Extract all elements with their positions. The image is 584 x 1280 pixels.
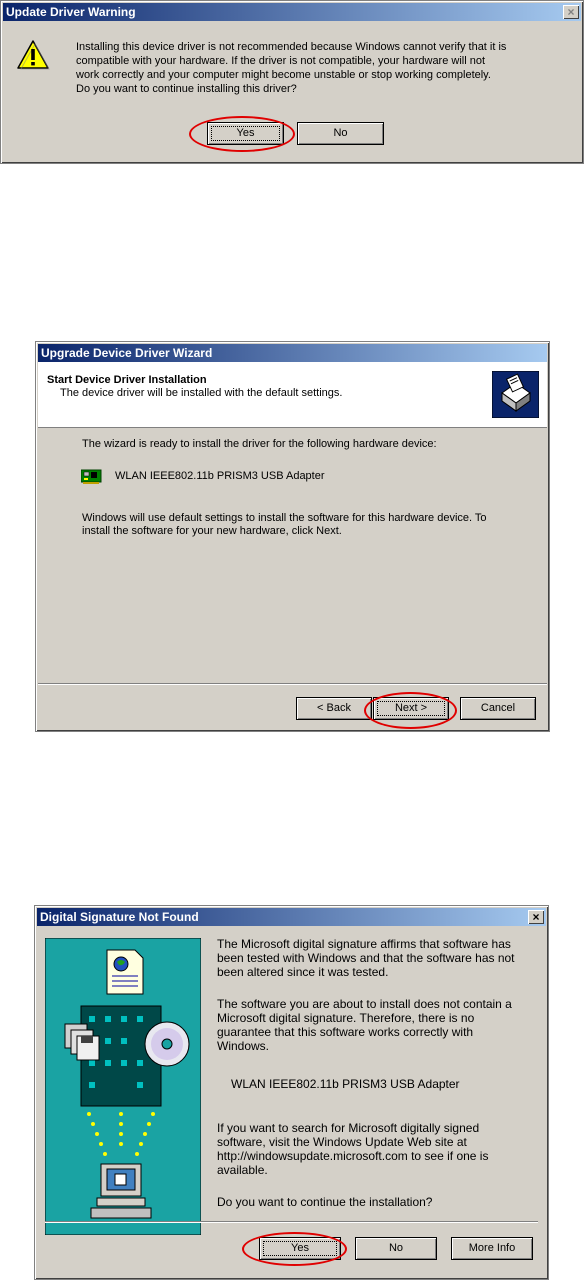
no-button-label: No xyxy=(333,127,348,139)
cancel-button-label: Cancel xyxy=(480,702,516,714)
dialog1-title: Update Driver Warning xyxy=(6,5,136,19)
more-info-button-label: More Info xyxy=(468,1242,516,1254)
dialog1-titlebar[interactable]: Update Driver Warning × xyxy=(3,3,581,21)
back-button-label: < Back xyxy=(317,702,351,714)
dialog3-para3-line: If you want to search for Microsoft digi… xyxy=(217,1121,480,1135)
wizard-intro: The wizard is ready to install the drive… xyxy=(82,438,437,450)
dialog3-question: Do you want to continue the installation… xyxy=(217,1195,433,1209)
network-card-icon xyxy=(81,469,102,484)
dialog1-message-line: Installing this device driver is not rec… xyxy=(76,41,507,53)
close-button[interactable]: × xyxy=(528,910,544,924)
highlight-ring xyxy=(189,116,295,152)
wizard-hardware-icon xyxy=(492,371,539,418)
dialog2-title: Upgrade Device Driver Wizard xyxy=(41,346,213,360)
highlight-ring xyxy=(242,1232,347,1266)
dialog3-para3-line: available. xyxy=(217,1163,268,1177)
wizard-header-title: Start Device Driver Installation xyxy=(47,374,207,386)
wizard-device-name: WLAN IEEE802.11b PRISM3 USB Adapter xyxy=(115,470,325,482)
dialog3-para1-line: The Microsoft digital signature affirms … xyxy=(217,937,511,951)
dialog3-para2-line: Windows. xyxy=(217,1039,270,1053)
highlight-ring xyxy=(364,692,457,729)
dialog3-titlebar[interactable]: Digital Signature Not Found × xyxy=(37,908,546,926)
back-button[interactable]: < Back xyxy=(296,697,372,720)
wizard-body-line: Windows will use default settings to ins… xyxy=(82,512,487,524)
digital-signature-not-found-dialog: Digital Signature Not Found × The Micros… xyxy=(34,905,549,1280)
dialog1-message-line: Do you want to continue installing this … xyxy=(76,83,297,95)
wizard-header: Start Device Driver Installation The dev… xyxy=(38,362,547,428)
dialog3-para2-line: The software you are about to install do… xyxy=(217,997,512,1011)
dialog3-para1-line: been altered since it was tested. xyxy=(217,965,389,979)
update-driver-warning-dialog: Update Driver Warning × Installing this … xyxy=(0,0,584,164)
no-button-label: No xyxy=(388,1242,404,1254)
no-button[interactable]: No xyxy=(355,1237,437,1260)
wizard-body-line: install the software for your new hardwa… xyxy=(82,525,342,537)
wizard-separator xyxy=(38,683,547,685)
dialog3-para1-line: been tested with Windows and that the so… xyxy=(217,951,515,965)
dialog3-title: Digital Signature Not Found xyxy=(40,910,199,924)
cancel-button[interactable]: Cancel xyxy=(460,697,536,720)
dialog3-separator xyxy=(45,1221,538,1223)
wizard-header-subtitle: The device driver will be installed with… xyxy=(60,387,343,399)
no-button[interactable]: No xyxy=(297,122,384,145)
dialog3-para2-line: guarantee that this software works corre… xyxy=(217,1025,474,1039)
dialog1-message-line: compatible with your hardware. If the dr… xyxy=(76,55,486,67)
more-info-button[interactable]: More Info xyxy=(451,1237,533,1260)
close-button[interactable]: × xyxy=(563,5,579,19)
dialog3-para2-line: Microsoft digital signature. Therefore, … xyxy=(217,1011,475,1025)
upgrade-device-driver-wizard: Upgrade Device Driver Wizard Start Devic… xyxy=(35,341,550,732)
dialog1-message-line: work correctly and your computer might b… xyxy=(76,69,491,81)
dialog2-titlebar[interactable]: Upgrade Device Driver Wizard xyxy=(38,344,547,362)
dialog3-para3-line: software, visit the Windows Update Web s… xyxy=(217,1135,467,1149)
dialog3-para3-line: http://windowsupdate.microsoft.com to se… xyxy=(217,1149,489,1163)
signature-illustration-icon xyxy=(45,938,201,1235)
dialog3-device-name: WLAN IEEE802.11b PRISM3 USB Adapter xyxy=(231,1077,460,1091)
warning-icon xyxy=(17,40,50,70)
